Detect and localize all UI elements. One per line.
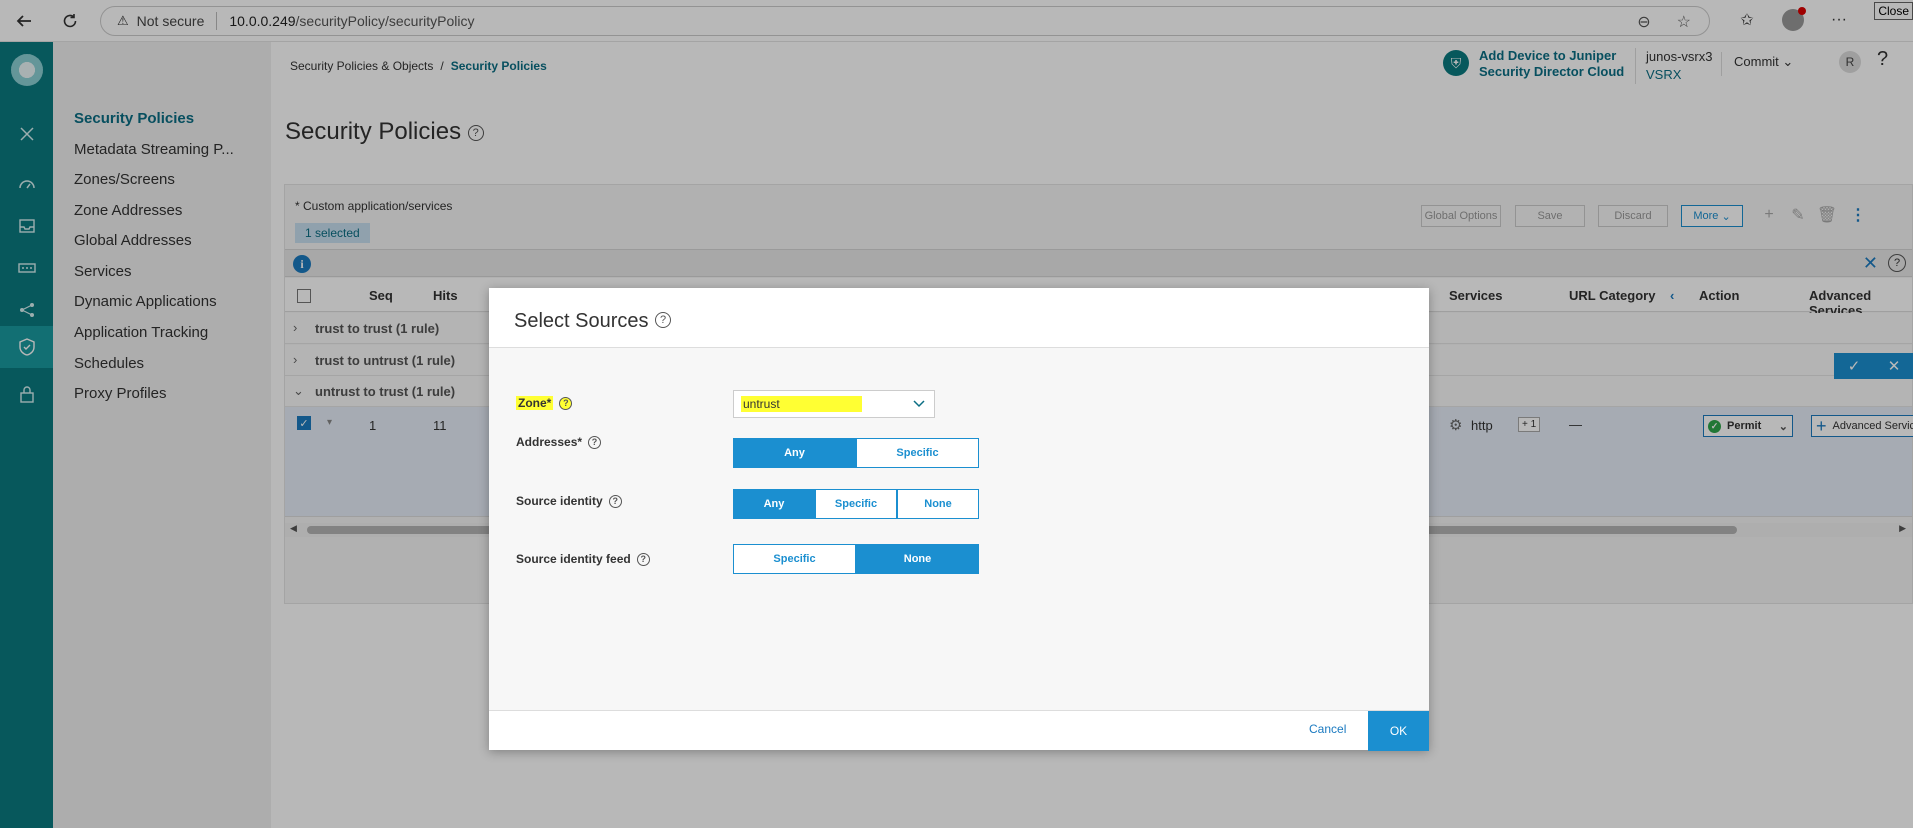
source-identity-help-icon[interactable]: ? bbox=[608, 494, 622, 508]
source-identity-any-button[interactable]: Any bbox=[733, 489, 815, 519]
dialog-header: Select Sources ? bbox=[489, 288, 1429, 348]
zone-select[interactable]: untrust bbox=[733, 390, 935, 418]
source-identity-specific-button[interactable]: Specific bbox=[815, 489, 897, 519]
dialog-footer: Cancel OK bbox=[489, 710, 1429, 751]
addresses-help-icon[interactable]: ? bbox=[588, 435, 602, 449]
source-identity-feed-toggle: Specific None bbox=[733, 544, 979, 574]
source-identity-feed-label: Source identity feed bbox=[516, 552, 631, 566]
dialog-title: Select Sources bbox=[514, 310, 649, 332]
select-sources-dialog: Select Sources ? Zone* ? untrust Address… bbox=[489, 288, 1429, 751]
addresses-toggle: Any Specific bbox=[733, 438, 979, 468]
addresses-label-row: Addresses* ? bbox=[516, 435, 602, 449]
source-identity-label-row: Source identity ? bbox=[516, 494, 622, 508]
zone-label-row: Zone* ? bbox=[516, 396, 573, 410]
ok-button[interactable]: OK bbox=[1368, 711, 1429, 751]
chevron-down-icon bbox=[913, 397, 925, 412]
source-identity-feed-label-row: Source identity feed ? bbox=[516, 552, 650, 566]
source-identity-feed-none-button[interactable]: None bbox=[856, 544, 979, 574]
source-identity-label: Source identity bbox=[516, 494, 603, 508]
addresses-label: Addresses* bbox=[516, 435, 583, 449]
source-identity-feed-help-icon[interactable]: ? bbox=[636, 552, 650, 566]
cancel-button[interactable]: Cancel bbox=[1309, 722, 1346, 736]
source-identity-none-button[interactable]: None bbox=[897, 489, 979, 519]
source-identity-toggle: Any Specific None bbox=[733, 489, 979, 519]
zone-help-icon[interactable]: ? bbox=[559, 396, 573, 410]
source-identity-feed-specific-button[interactable]: Specific bbox=[733, 544, 856, 574]
addresses-any-button[interactable]: Any bbox=[733, 438, 856, 468]
dialog-help-icon[interactable]: ? bbox=[655, 312, 671, 328]
zone-value: untrust bbox=[741, 396, 862, 412]
addresses-specific-button[interactable]: Specific bbox=[856, 438, 979, 468]
zone-label: Zone* bbox=[516, 396, 554, 410]
